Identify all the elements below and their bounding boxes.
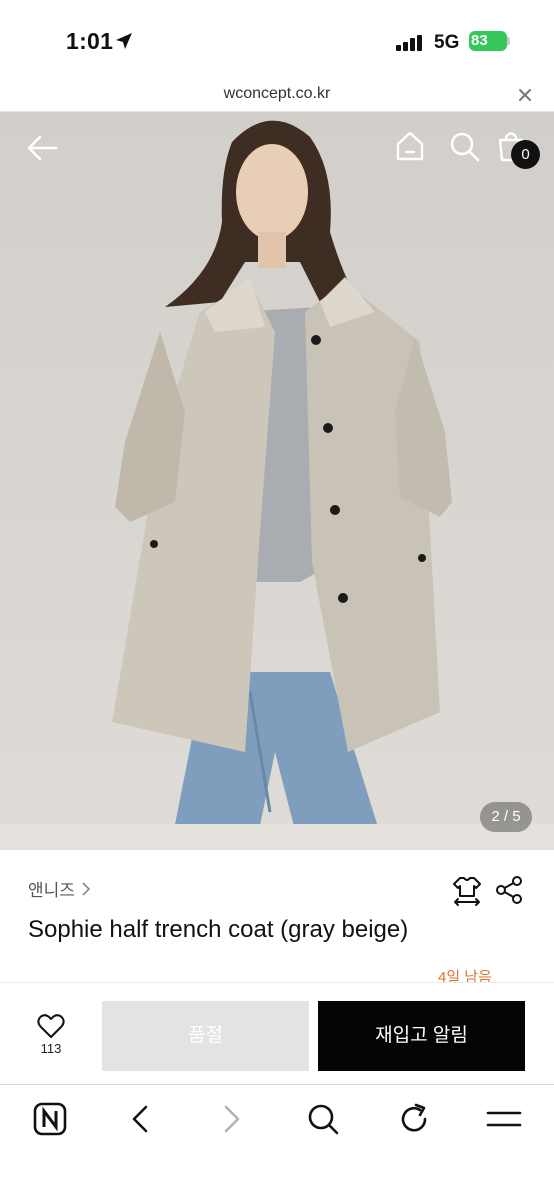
browser-toolbar [0, 1085, 554, 1200]
battery-nub [507, 37, 510, 45]
menu-icon[interactable] [484, 1099, 524, 1139]
location-arrow-icon [116, 33, 132, 49]
like-count: 113 [40, 1041, 62, 1056]
home-icon[interactable] [392, 128, 428, 164]
size-guide-icon[interactable] [450, 874, 484, 908]
cart-count-badge: 0 [511, 140, 540, 169]
image-counter: 2 / 5 [480, 802, 532, 832]
status-time: 1:01 [66, 28, 114, 54]
restock-alert-button[interactable]: 재입고 알림 [318, 1001, 525, 1071]
brand-name[interactable]: 앤니즈 [28, 876, 75, 901]
purchase-action-bar: 113 품절 재입고 알림 [0, 982, 554, 1085]
soldout-button[interactable]: 품절 [102, 1001, 309, 1071]
network-type: 5G [434, 32, 460, 53]
battery-indicator: 83 [469, 31, 507, 51]
url-bar[interactable]: wconcept.co.kr [0, 80, 554, 112]
heart-icon[interactable] [37, 1013, 65, 1039]
product-image-carousel[interactable]: 0 2 / 5 [0, 112, 554, 850]
browser-back-icon[interactable] [120, 1099, 160, 1139]
product-info: 앤니즈 Sophie half trench coat (gray beige)… [0, 850, 554, 986]
browser-search-icon[interactable] [303, 1099, 343, 1139]
refresh-icon[interactable] [394, 1099, 434, 1139]
browser-forward-icon[interactable] [212, 1099, 252, 1139]
brand-link[interactable]: 앤니즈 [28, 876, 91, 901]
close-icon[interactable] [516, 86, 534, 104]
signal-icon [396, 35, 422, 51]
status-bar: 1:01 5G 83 [0, 0, 554, 80]
back-arrow-icon[interactable] [22, 130, 62, 166]
product-photo [0, 112, 554, 850]
naver-icon[interactable] [30, 1099, 70, 1139]
url-domain[interactable]: wconcept.co.kr [0, 85, 554, 103]
wishlist-button[interactable]: 113 [22, 1013, 80, 1056]
share-icon[interactable] [494, 874, 524, 906]
product-title: Sophie half trench coat (gray beige) [28, 916, 409, 943]
chevron-right-icon [82, 881, 91, 896]
search-icon[interactable] [446, 128, 482, 164]
